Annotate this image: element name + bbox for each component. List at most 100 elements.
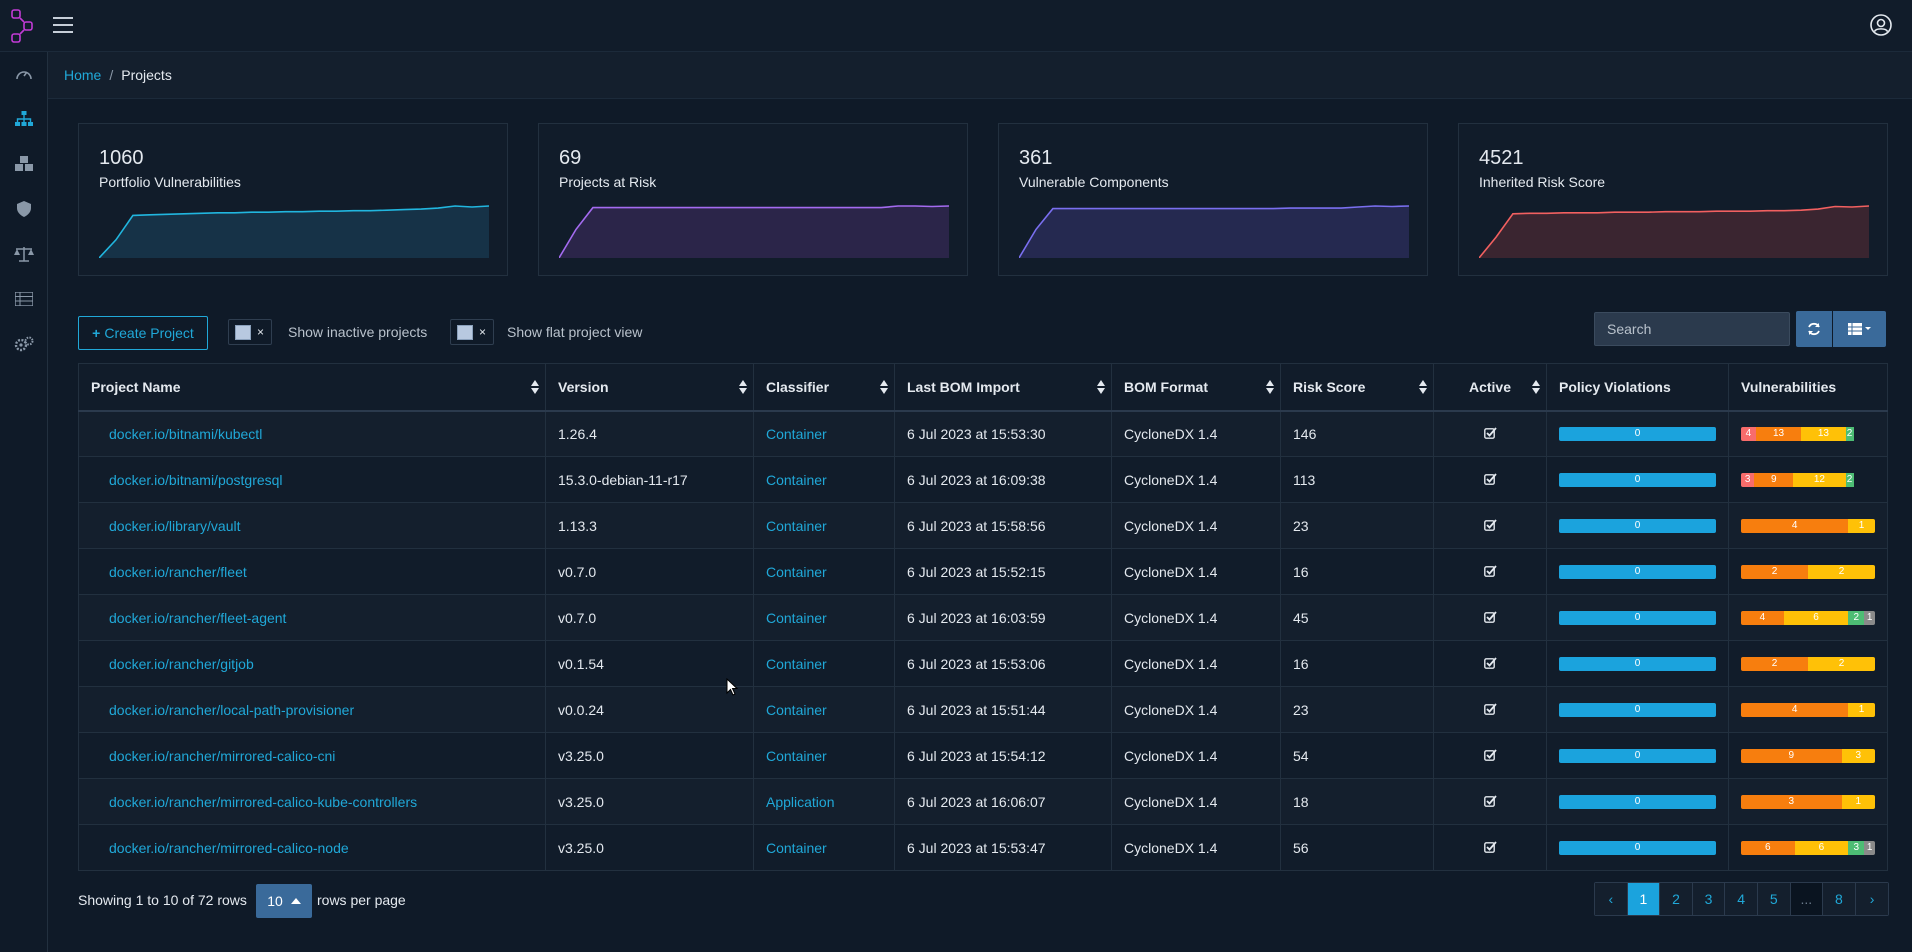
vuln-segment: 13 xyxy=(1755,426,1802,441)
search-input[interactable] xyxy=(1594,312,1790,346)
pagination-page-2[interactable]: 2 xyxy=(1660,883,1693,915)
sidebar-item-vulnerabilities[interactable] xyxy=(0,187,48,231)
classifier-link[interactable]: Container xyxy=(766,518,827,534)
sidebar-item-administration[interactable] xyxy=(0,322,48,366)
sidebar-item-components[interactable] xyxy=(0,142,48,186)
toggle-checkbox xyxy=(235,325,251,340)
user-profile-icon[interactable] xyxy=(1870,14,1892,36)
vuln-segment: 3 xyxy=(1841,748,1875,763)
app-logo-icon[interactable] xyxy=(10,8,36,44)
classifier-link[interactable]: Container xyxy=(766,748,827,764)
classifier-link[interactable]: Container xyxy=(766,426,827,442)
vulnerabilities-bar: 4621 xyxy=(1741,610,1875,625)
policy-violations-bar: 0 xyxy=(1559,610,1716,625)
gauge-icon xyxy=(16,71,32,80)
classifier-link[interactable]: Container xyxy=(766,702,827,718)
classifier-link[interactable]: Container xyxy=(766,656,827,672)
bom-format-cell: CycloneDX 1.4 xyxy=(1111,640,1281,687)
classifier-link[interactable]: Container xyxy=(766,610,827,626)
project-link[interactable]: docker.io/rancher/fleet xyxy=(109,564,247,580)
vuln-segment: 2 xyxy=(1848,610,1865,625)
vuln-segment: 2 xyxy=(1845,426,1854,441)
project-link[interactable]: docker.io/bitnami/kubectl xyxy=(109,426,262,442)
project-link[interactable]: docker.io/rancher/mirrored-calico-cni xyxy=(109,748,335,764)
sidebar-item-projects[interactable] xyxy=(0,97,48,141)
sidebar-item-licenses[interactable] xyxy=(0,232,48,276)
col-header-classifier[interactable]: Classifier xyxy=(753,363,895,412)
classifier-link[interactable]: Application xyxy=(766,794,835,810)
project-link[interactable]: docker.io/bitnami/postgresql xyxy=(109,472,283,488)
project-link[interactable]: docker.io/rancher/local-path-provisioner xyxy=(109,702,354,718)
vulnerabilities-bar: 41 xyxy=(1741,702,1875,717)
refresh-button[interactable] xyxy=(1796,311,1832,347)
col-header-active[interactable]: Active xyxy=(1433,363,1547,412)
bom-format-cell: CycloneDX 1.4 xyxy=(1111,778,1281,825)
col-header-policy-violations: Policy Violations xyxy=(1546,363,1729,412)
risk-score-cell: 146 xyxy=(1280,410,1434,457)
last-bom-import-cell: 6 Jul 2023 at 16:03:59 xyxy=(894,594,1112,641)
table-row: docker.io/library/vault 1.13.3 Container 6 … xyxy=(78,502,1888,549)
table-row: docker.io/rancher/local-path-provisioner… xyxy=(78,686,1888,733)
pagination-prev-button[interactable]: ‹ xyxy=(1595,883,1628,915)
sort-icon xyxy=(880,380,888,394)
create-project-button[interactable]: + Create Project xyxy=(78,316,208,350)
col-header-version[interactable]: Version xyxy=(545,363,754,412)
show-inactive-toggle[interactable]: × xyxy=(228,319,272,345)
pagination-ellipsis: ... xyxy=(1790,883,1824,915)
pagination-page-1[interactable]: 1 xyxy=(1627,883,1661,915)
version-cell: 15.3.0-debian-11-r17 xyxy=(545,456,754,503)
col-header-risk-score[interactable]: Risk Score xyxy=(1280,363,1434,412)
project-link[interactable]: docker.io/rancher/mirrored-calico-kube-c… xyxy=(109,794,417,810)
checkbox-checked-icon xyxy=(1483,840,1497,853)
vuln-segment: 2 xyxy=(1845,472,1854,487)
policy-violations-bar: 0 xyxy=(1559,840,1716,855)
vulnerabilities-cell: 22 xyxy=(1728,640,1888,687)
checkbox-checked-icon xyxy=(1483,794,1497,807)
project-link[interactable]: docker.io/library/vault xyxy=(109,518,241,534)
project-link[interactable]: docker.io/rancher/mirrored-calico-node xyxy=(109,840,349,856)
rows-per-page-dropdown[interactable]: 10 xyxy=(256,884,312,918)
bom-format-cell: CycloneDX 1.4 xyxy=(1111,824,1281,871)
classifier-link[interactable]: Container xyxy=(766,472,827,488)
toggle-checkbox xyxy=(457,325,473,340)
metric-label: Vulnerable Components xyxy=(1019,174,1169,190)
classifier-link[interactable]: Container xyxy=(766,840,827,856)
metric-value: 361 xyxy=(1019,147,1053,169)
pagination-next-button[interactable]: › xyxy=(1855,883,1889,915)
sidebar-item-policy[interactable] xyxy=(0,277,48,321)
sidebar-item-dashboard[interactable] xyxy=(0,52,48,96)
vuln-segment: 2 xyxy=(1808,564,1875,579)
mouse-cursor-icon xyxy=(726,678,738,696)
col-header-last-bom-import[interactable]: Last BOM Import xyxy=(894,363,1112,412)
project-link[interactable]: docker.io/rancher/gitjob xyxy=(109,656,254,672)
last-bom-import-cell: 6 Jul 2023 at 16:06:07 xyxy=(894,778,1112,825)
show-flat-view-toggle[interactable]: × xyxy=(450,319,494,345)
table-header-row: Project Name Version Classifier Last BOM… xyxy=(78,363,1888,412)
vulnerabilities-bar: 93 xyxy=(1741,748,1875,763)
pagination-page-3[interactable]: 3 xyxy=(1692,883,1726,915)
active-cell xyxy=(1433,778,1547,825)
col-header-project-name[interactable]: Project Name xyxy=(78,363,546,412)
vuln-segment: 3 xyxy=(1741,794,1842,809)
classifier-link[interactable]: Container xyxy=(766,564,827,580)
hamburger-menu-icon[interactable] xyxy=(53,17,73,33)
vuln-segment: 4 xyxy=(1741,702,1849,717)
pagination-page-4[interactable]: 4 xyxy=(1725,883,1758,915)
pagination-page-8[interactable]: 8 xyxy=(1823,883,1856,915)
active-cell xyxy=(1433,824,1547,871)
policy-violations-cell: 0 xyxy=(1546,824,1729,871)
columns-toggle-button[interactable] xyxy=(1833,311,1886,347)
vulnerabilities-cell: 6631 xyxy=(1728,824,1888,871)
col-header-bom-format[interactable]: BOM Format xyxy=(1111,363,1281,412)
last-bom-import-cell: 6 Jul 2023 at 16:09:38 xyxy=(894,456,1112,503)
version-cell: v3.25.0 xyxy=(545,778,754,825)
pagination-page-5[interactable]: 5 xyxy=(1757,883,1791,915)
version-cell: v0.7.0 xyxy=(545,594,754,641)
breadcrumb-separator: / xyxy=(109,67,114,83)
breadcrumb-home-link[interactable]: Home xyxy=(64,67,101,83)
policy-violations-bar: 0 xyxy=(1559,794,1716,809)
active-cell xyxy=(1433,686,1547,733)
project-link[interactable]: docker.io/rancher/fleet-agent xyxy=(109,610,286,626)
metric-value: 69 xyxy=(559,147,582,169)
vuln-segment: 9 xyxy=(1741,748,1842,763)
